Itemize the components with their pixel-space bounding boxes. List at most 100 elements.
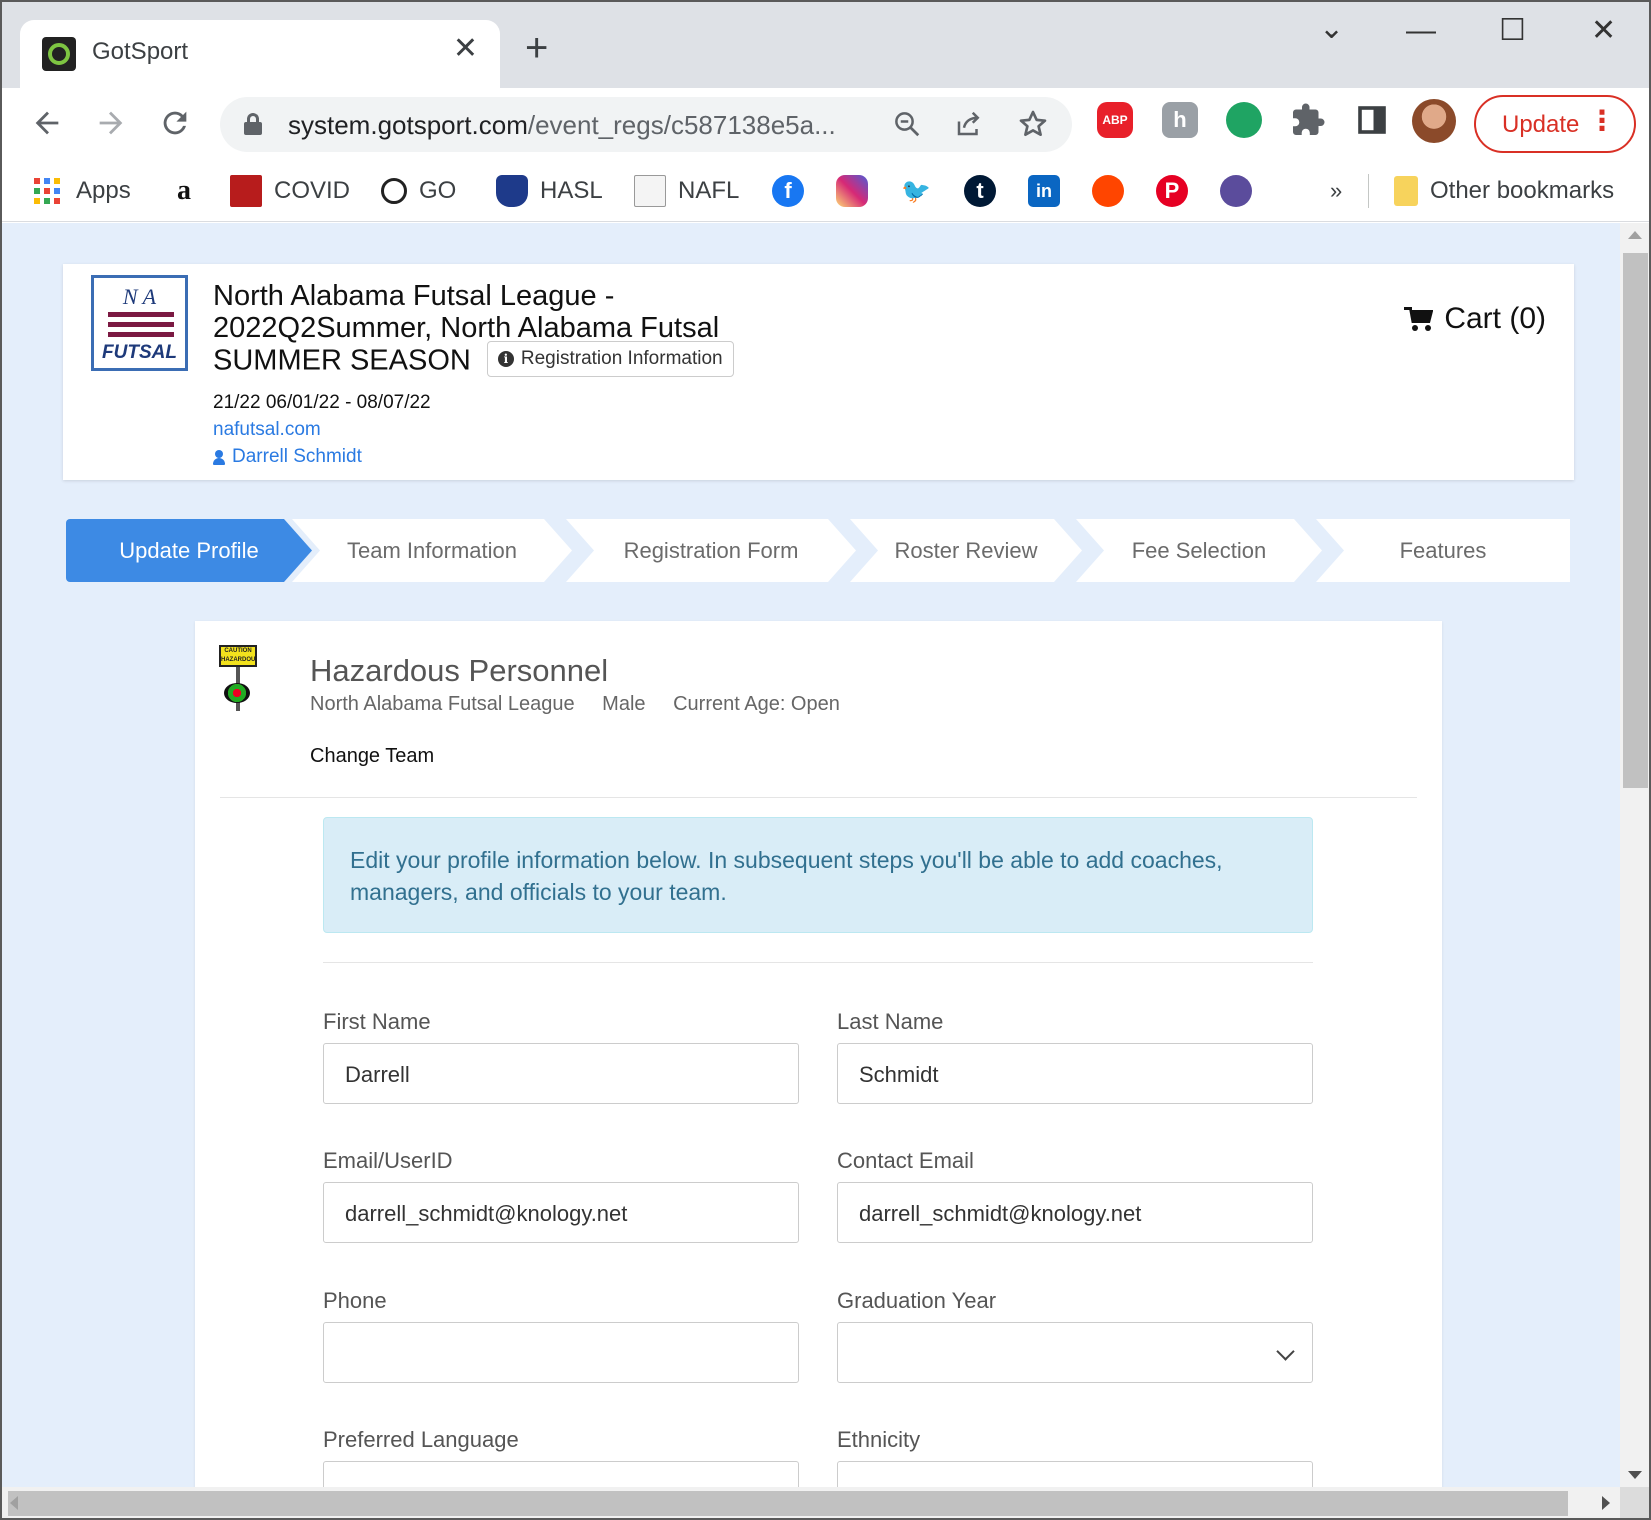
graduation-year-select[interactable] [837,1322,1313,1383]
event-dates: 21/22 06/01/22 - 08/07/22 [213,392,431,413]
bookmark-nafl[interactable]: NAFL [634,172,739,210]
vertical-scrollbar[interactable] [1620,223,1649,1487]
gotsport-favicon-icon [42,37,76,71]
share-icon[interactable] [954,109,984,139]
step-registration-form[interactable]: Registration Form [566,519,856,582]
graduation-year-label: Graduation Year [837,1288,997,1313]
step-team-information[interactable]: Team Information [292,519,572,582]
more-bookmarks-button[interactable]: » [1330,172,1342,210]
close-window-icon[interactable]: ✕ [1591,16,1616,46]
alabama-map-icon [230,175,262,207]
event-title: North Alabama Futsal League - 2022Q2Summ… [213,280,783,380]
team-logo-sign: CAUTION HAZARDOUS PERSONNEL [219,645,257,667]
last-name-field[interactable]: Schmidt [837,1043,1313,1104]
forward-icon[interactable] [94,106,128,140]
nafl-logo-icon [634,175,666,207]
menu-kebab-icon[interactable]: ⋮ [1588,107,1616,135]
minimize-icon[interactable]: — [1406,16,1436,46]
tab-title: GotSport [92,38,189,65]
chevron-down-icon [1276,1342,1295,1361]
cart-icon [1404,307,1434,331]
bookmark-tumblr[interactable]: t [964,172,1008,210]
contact-email-label: Contact Email [837,1148,974,1173]
registration-information-button[interactable]: i Registration Information [486,341,734,377]
ethnicity-label: Ethnicity [837,1427,921,1452]
pinterest-icon: P [1156,175,1188,207]
address-bar[interactable]: system.gotsport.com/event_regs/c587138e5… [220,97,1072,152]
bookmark-linkedin[interactable]: in [1028,172,1072,210]
honey-extension-icon[interactable]: h [1162,102,1198,138]
ethnicity-select[interactable] [837,1461,1313,1487]
bookmark-aperture[interactable] [1220,172,1264,210]
first-name-label: First Name [323,1009,431,1034]
sidepanel-icon[interactable] [1354,102,1390,138]
event-header-card: N A FUTSAL North Alabama Futsal League -… [63,264,1574,480]
vertical-scroll-thumb[interactable] [1623,253,1648,788]
adblock-plus-icon[interactable]: ABP [1097,102,1133,138]
reload-icon[interactable] [158,106,192,140]
step-fee-selection[interactable]: Fee Selection [1076,519,1322,582]
twitter-icon: 🐦 [900,175,932,207]
horizontal-scroll-thumb[interactable] [8,1491,1568,1516]
hasl-shield-icon [496,175,528,207]
preferred-language-select[interactable] [323,1461,799,1487]
close-tab-icon[interactable]: ✕ [453,34,478,64]
browser-toolbar: system.gotsport.com/event_regs/c587138e5… [2,88,1649,160]
bookmark-amazon[interactable]: a [168,172,212,210]
phone-field[interactable] [323,1322,799,1383]
horizontal-scrollbar[interactable] [2,1487,1620,1518]
bookmark-go[interactable]: GO [381,172,456,210]
logo-stripe [108,332,174,337]
registration-steps: Update Profile Team Information Registra… [66,519,1570,582]
title-bar: GotSport ✕ + ⌄ — ☐ ✕ [2,2,1649,88]
url-text[interactable]: system.gotsport.com/event_regs/c587138e5… [288,110,836,141]
lock-icon[interactable] [244,113,262,135]
profile-avatar[interactable] [1412,99,1456,143]
cart-button[interactable]: Cart (0) [1404,302,1546,336]
bookmark-hasl[interactable]: HASL [496,172,603,210]
scroll-down-icon[interactable] [1628,1471,1642,1479]
new-tab-button[interactable]: + [525,28,548,68]
contact-email-field[interactable]: darrell_schmidt@knology.net [837,1182,1313,1243]
form-divider [323,962,1313,963]
last-name-label: Last Name [837,1009,944,1034]
bookmark-twitter[interactable]: 🐦 [900,172,944,210]
back-icon[interactable] [30,106,64,140]
bookmark-apps[interactable]: Apps [34,172,131,210]
scroll-right-icon[interactable] [1602,1496,1610,1510]
bookmark-reddit[interactable] [1092,172,1136,210]
star-icon[interactable] [1017,108,1049,140]
soccer-ball-icon [381,178,407,204]
bookmark-facebook[interactable]: f [772,172,816,210]
event-user-link[interactable]: Darrell Schmidt [213,446,362,468]
change-team-link[interactable]: Change Team [310,745,434,768]
scroll-left-icon[interactable] [10,1496,18,1510]
email-userid-label: Email/UserID [323,1148,453,1173]
puzzle-icon[interactable] [1290,102,1326,138]
zoom-icon[interactable] [892,109,922,139]
event-user-name: Darrell Schmidt [232,446,362,467]
team-age: Current Age: Open [673,693,840,715]
reddit-icon [1092,175,1124,207]
maximize-icon[interactable]: ☐ [1499,16,1526,46]
step-features[interactable]: Features [1316,519,1570,582]
step-update-profile[interactable]: Update Profile [66,519,312,582]
scrollbar-corner [1620,1487,1649,1518]
chat-extension-icon[interactable] [1226,102,1262,138]
bookmark-instagram[interactable] [836,172,880,210]
preferred-language-label: Preferred Language [323,1427,519,1452]
tab-search-icon[interactable]: ⌄ [1319,14,1344,44]
bookmark-covid[interactable]: COVID [230,172,350,210]
step-roster-review[interactable]: Roster Review [850,519,1082,582]
other-bookmarks[interactable]: Other bookmarks [1394,172,1614,210]
first-name-field[interactable]: Darrell [323,1043,799,1104]
linkedin-icon: in [1028,175,1060,207]
event-website-link[interactable]: nafutsal.com [213,419,321,441]
update-button[interactable]: Update ⋮ [1474,95,1636,153]
browser-tab[interactable]: GotSport ✕ [20,20,500,88]
cart-label: Cart (0) [1444,302,1546,335]
scroll-up-icon[interactable] [1628,231,1642,239]
bookmark-pinterest[interactable]: P [1156,172,1200,210]
email-userid-field[interactable]: darrell_schmidt@knology.net [323,1182,799,1243]
facebook-icon: f [772,175,804,207]
